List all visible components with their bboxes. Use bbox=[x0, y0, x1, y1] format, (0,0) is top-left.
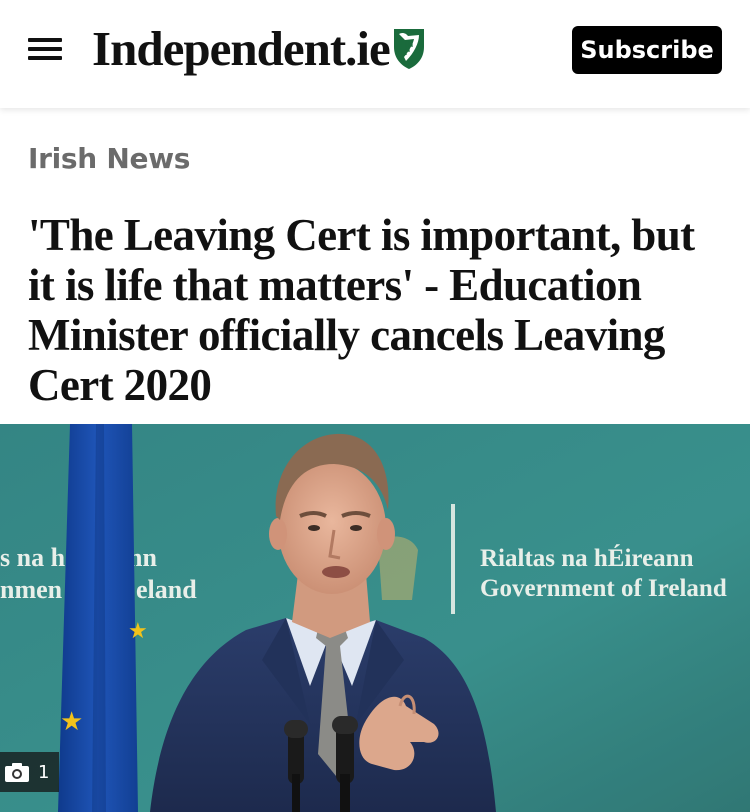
site-logo[interactable]: Independent.ie bbox=[92, 18, 426, 78]
backdrop-text-left-1: s na h bbox=[0, 543, 66, 572]
camera-icon bbox=[5, 763, 29, 782]
backdrop-text-right-2: Government of Ireland bbox=[480, 575, 727, 602]
backdrop-text-right-1: Rialtas na hÉireann bbox=[480, 544, 694, 572]
hero-photo: s na h nmen nn eland ★ ★ Rialtas na hÉir… bbox=[0, 424, 750, 812]
article-headline: 'The Leaving Cert is important, but it i… bbox=[28, 210, 695, 410]
svg-text:★: ★ bbox=[128, 618, 148, 643]
menu-icon-bar bbox=[28, 47, 62, 51]
hero-image[interactable]: s na h nmen nn eland ★ ★ Rialtas na hÉir… bbox=[0, 424, 750, 812]
site-header: Independent.ie Subscribe bbox=[0, 0, 750, 108]
section-link[interactable]: Irish News bbox=[28, 142, 190, 175]
subscribe-button[interactable]: Subscribe bbox=[572, 26, 722, 74]
photo-count: 1 bbox=[38, 761, 50, 783]
gallery-count-button[interactable]: 1 bbox=[0, 752, 60, 792]
backdrop-text-mid-2: eland bbox=[136, 575, 197, 604]
harp-shield-icon bbox=[393, 29, 424, 69]
brand-name: Independent.ie bbox=[92, 20, 391, 76]
menu-icon-bar bbox=[28, 56, 62, 60]
menu-icon-bar bbox=[28, 38, 62, 42]
svg-text:★: ★ bbox=[60, 706, 83, 736]
menu-icon[interactable] bbox=[28, 34, 64, 62]
backdrop-text-left-2: nmen bbox=[0, 575, 63, 604]
